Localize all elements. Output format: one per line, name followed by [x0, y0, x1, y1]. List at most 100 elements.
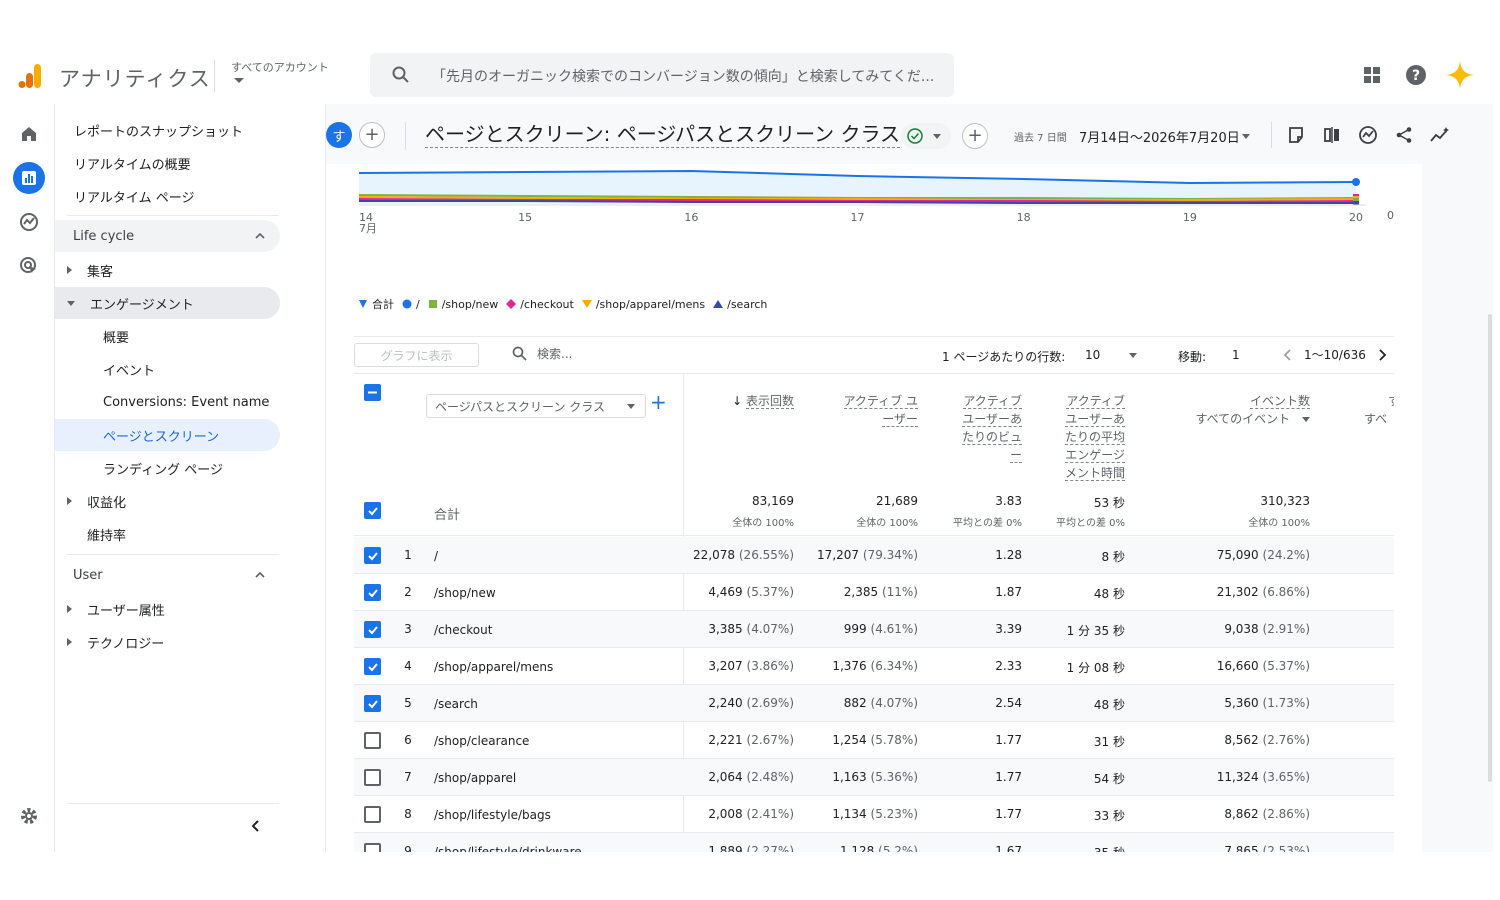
- global-search[interactable]: 「先月のオーガニック検索でのコンバージョン数の傾向」と検索してみてくだ...: [370, 53, 954, 97]
- col-header-views[interactable]: ↓ 表示回数: [720, 392, 794, 410]
- caret-down-icon[interactable]: [1302, 417, 1310, 422]
- legend-item[interactable]: 合計: [358, 296, 394, 312]
- row-checkbox[interactable]: [364, 732, 381, 749]
- nav-sub-pages-screens[interactable]: ページとスクリーン: [55, 419, 280, 451]
- row-page-path[interactable]: /shop/apparel: [434, 770, 674, 786]
- legend-item[interactable]: /checkout: [506, 298, 574, 311]
- nav-item-technology[interactable]: テクノロジー: [55, 626, 280, 658]
- date-range-picker[interactable]: 7月14日〜2026年7月20日: [1079, 127, 1240, 146]
- reports-icon[interactable]: [13, 162, 45, 194]
- select-all-checkbox[interactable]: [364, 384, 381, 401]
- explore-icon[interactable]: [13, 206, 45, 238]
- col-header-views-per-user[interactable]: アクティブ ユーザーあたりのビュー: [954, 392, 1022, 464]
- insights-icon[interactable]: [1356, 122, 1380, 148]
- table-row[interactable]: 3/checkout 3,385 (4.07%) 999 (4.61%) 3.39 1 …: [354, 611, 1394, 648]
- nav-sub-landing-page[interactable]: ランディング ページ: [55, 452, 280, 484]
- comparison-avatar[interactable]: す: [326, 122, 352, 148]
- nav-section-user[interactable]: User: [55, 559, 280, 591]
- row-checkbox[interactable]: [364, 621, 381, 638]
- plot-rows-button[interactable]: グラフに表示: [354, 343, 479, 367]
- nav-item-monetization[interactable]: 収益化: [55, 485, 280, 517]
- apps-grid-icon[interactable]: [1357, 60, 1387, 90]
- row-checkbox[interactable]: [364, 658, 381, 675]
- rows-per-page-select[interactable]: 10: [1085, 348, 1100, 362]
- customize-report-icon[interactable]: [1284, 122, 1308, 148]
- account-caret-icon[interactable]: [234, 78, 244, 83]
- dimension-select[interactable]: ページパスとスクリーン クラス: [426, 394, 646, 418]
- nav-item-user-attributes[interactable]: ユーザー属性: [55, 593, 280, 625]
- table-row[interactable]: 6/shop/clearance 2,221 (2.67%) 1,254 (5.78…: [354, 722, 1394, 759]
- row-page-path[interactable]: /shop/lifestyle/bags: [434, 807, 674, 823]
- legend-label: /: [416, 297, 420, 311]
- goto-page-input[interactable]: 1: [1232, 348, 1240, 362]
- caret-down-icon: [627, 404, 635, 409]
- row-page-path[interactable]: /shop/new: [434, 585, 674, 601]
- table-row[interactable]: 2/shop/new 4,469 (5.37%) 2,385 (11%) 1.87 48…: [354, 574, 1394, 611]
- series-point[interactable]: [1352, 178, 1360, 186]
- report-status-pill[interactable]: [901, 123, 951, 149]
- table-search-input[interactable]: 検索...: [537, 345, 572, 362]
- account-selector[interactable]: すべてのアカウント: [231, 59, 329, 75]
- row-checkbox[interactable]: [364, 769, 381, 786]
- row-checkbox[interactable]: [364, 806, 381, 823]
- nav-item-retention[interactable]: 維持率: [55, 518, 280, 550]
- table-row[interactable]: 1/22,078 (26.55%) 17,207 (79.34%) 1.28 8 秒7…: [354, 537, 1394, 574]
- col-header-engagement-time[interactable]: アクティブ ユーザーあたりの平均エンゲージメント時間: [1057, 392, 1125, 482]
- trend-sparkle-icon[interactable]: [1428, 122, 1452, 148]
- col-header-event-count[interactable]: イベント数 すべてのイベント: [1162, 392, 1310, 428]
- nav-sub-events[interactable]: イベント: [55, 353, 280, 385]
- legend-item[interactable]: /shop/new: [428, 298, 498, 311]
- legend-item[interactable]: /shop/apparel/mens: [581, 298, 705, 311]
- nav-sub-overview[interactable]: 概要: [55, 320, 280, 352]
- col-header-partial[interactable]: す すべ: [1358, 392, 1394, 428]
- nav-item-acquisition[interactable]: 集客: [55, 254, 280, 286]
- add-report-plus-icon[interactable]: +: [962, 123, 988, 149]
- rows-caret-icon[interactable]: [1129, 353, 1137, 358]
- table-row[interactable]: 8/shop/lifestyle/bags 2,008 (2.41%) 1,134 …: [354, 796, 1394, 833]
- sparkle-icon[interactable]: [1445, 60, 1475, 90]
- advertising-icon[interactable]: [13, 250, 45, 282]
- row-page-path[interactable]: /checkout: [434, 622, 674, 638]
- chevron-right-icon[interactable]: [1376, 348, 1388, 362]
- table-row[interactable]: 7/shop/apparel 2,064 (2.48%) 1,163 (5.36%)…: [354, 759, 1394, 796]
- legend-item[interactable]: /search: [713, 298, 767, 311]
- chevron-left-icon[interactable]: [1282, 348, 1294, 362]
- row-page-path[interactable]: /shop/clearance: [434, 733, 674, 749]
- row-checkbox[interactable]: [364, 843, 381, 852]
- totals-checkbox[interactable]: [364, 502, 381, 519]
- row-checkbox[interactable]: [364, 584, 381, 601]
- line-chart[interactable]: 14 15 16 17 18 19 207月0: [326, 164, 1422, 289]
- row-page-path[interactable]: /shop/lifestyle/drinkware: [434, 844, 674, 852]
- home-icon[interactable]: [13, 118, 45, 150]
- table-row[interactable]: 4/shop/apparel/mens 3,207 (3.86%) 1,376 (6…: [354, 648, 1394, 685]
- nav-link-realtime-overview[interactable]: リアルタイムの概要: [74, 154, 191, 173]
- row-page-path[interactable]: /search: [434, 696, 674, 712]
- table-row[interactable]: 9/shop/lifestyle/drinkware 1,889 (2.27%) 1…: [354, 833, 1394, 852]
- add-comparison-plus-icon[interactable]: +: [359, 122, 385, 148]
- search-placeholder[interactable]: 「先月のオーガニック検索でのコンバージョン数の傾向」と検索してみてくだ...: [432, 66, 952, 86]
- table-search[interactable]: 検索...: [512, 345, 572, 362]
- page-title[interactable]: ページとスクリーン: ページパスとスクリーン クラス: [425, 121, 901, 148]
- help-icon[interactable]: ?: [1401, 60, 1431, 90]
- row-checkbox[interactable]: [364, 695, 381, 712]
- nav-link-snapshot[interactable]: レポートのスナップショット: [74, 121, 243, 140]
- date-caret-icon[interactable]: [1242, 134, 1250, 139]
- collapse-nav-chevron-left-icon[interactable]: [248, 818, 264, 834]
- nav-sub-conversions[interactable]: Conversions: Event name: [55, 386, 280, 418]
- col-header-active-users[interactable]: アクティブ ユーザー: [832, 392, 918, 428]
- row-checkbox[interactable]: [364, 547, 381, 564]
- settings-gear-icon[interactable]: [13, 800, 45, 832]
- nav-section-lifecycle[interactable]: Life cycle: [55, 220, 280, 252]
- share-icon[interactable]: [1392, 122, 1416, 148]
- table-row[interactable]: 5/search 2,240 (2.69%) 882 (4.07%) 2.54 48 秒…: [354, 685, 1394, 722]
- analytics-logo-icon[interactable]: [17, 62, 43, 90]
- compare-icon[interactable]: [1320, 122, 1344, 148]
- row-page-path[interactable]: /: [434, 548, 674, 564]
- legend-item[interactable]: /: [402, 298, 420, 311]
- nav-link-realtime-pages[interactable]: リアルタイム ページ: [74, 187, 194, 206]
- event-filter-select[interactable]: すべてのイベント: [1195, 412, 1290, 426]
- nav-item-engagement[interactable]: エンゲージメント: [55, 287, 280, 319]
- page-scrollbar[interactable]: [1488, 314, 1492, 782]
- add-dimension-plus-icon[interactable]: +: [650, 392, 667, 412]
- row-page-path[interactable]: /shop/apparel/mens: [434, 659, 674, 675]
